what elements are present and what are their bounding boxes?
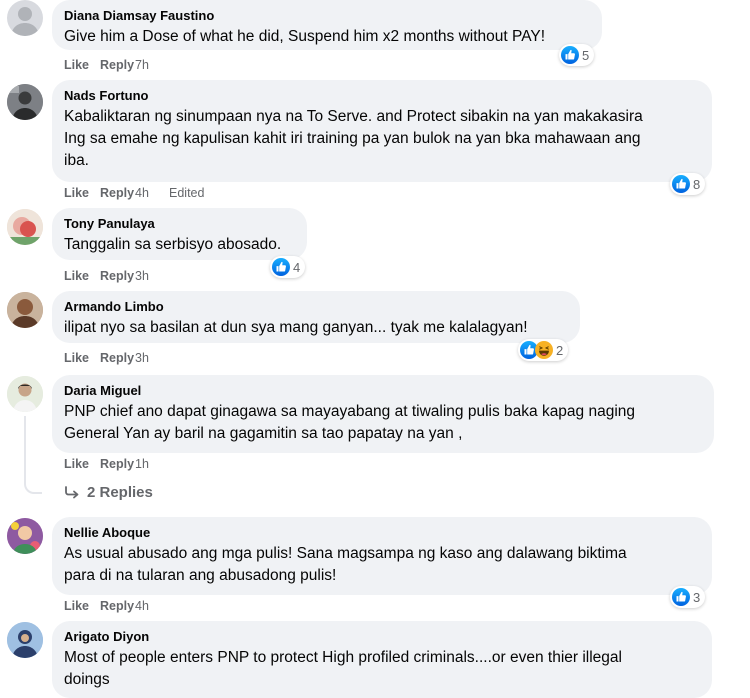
comment-author[interactable]: Nads Fortuno bbox=[64, 87, 700, 104]
reaction-count: 2 bbox=[556, 342, 564, 358]
comment-text-line: doings bbox=[64, 671, 110, 688]
comment-text-line: para di na tularan ang abusadong pulis! bbox=[64, 567, 337, 584]
reaction-count: 3 bbox=[693, 589, 701, 605]
reaction-summary[interactable]: 8 bbox=[670, 173, 706, 195]
timestamp[interactable]: 3h bbox=[135, 269, 169, 283]
reaction-summary[interactable]: 4 bbox=[270, 256, 306, 278]
avatar[interactable] bbox=[7, 84, 43, 120]
comment-text-line: General Yan ay baril na gagamitin sa tao… bbox=[64, 425, 463, 442]
avatar[interactable] bbox=[7, 622, 43, 658]
like-button[interactable]: Like bbox=[64, 58, 100, 72]
comment-text-line: Kabaliktaran ng sinumpaan nya na To Serv… bbox=[64, 108, 643, 125]
view-replies-link[interactable]: 2 Replies bbox=[64, 484, 153, 501]
comment-text-line: Ing sa emahe ng kapulisan kahit iri trai… bbox=[64, 130, 641, 147]
like-icon bbox=[561, 46, 579, 64]
comment-text-line: Most of people enters PNP to protect Hig… bbox=[64, 649, 622, 666]
comment-text-line: iba. bbox=[64, 152, 89, 169]
reaction-count: 4 bbox=[293, 259, 301, 275]
comment-actions: Like Reply 4h bbox=[64, 598, 169, 614]
comment-author[interactable]: Armando Limbo bbox=[64, 298, 568, 315]
reply-button[interactable]: Reply bbox=[100, 351, 135, 365]
reply-button[interactable]: Reply bbox=[100, 58, 135, 72]
comment-actions: Like Reply 4h Edited bbox=[64, 185, 204, 201]
reply-arrow-icon bbox=[65, 485, 79, 498]
like-icon bbox=[672, 588, 690, 606]
reaction-count: 5 bbox=[582, 47, 590, 63]
comment-bubble: Arigato Diyon Most of people enters PNP … bbox=[52, 621, 712, 698]
reaction-summary[interactable]: 2 bbox=[518, 339, 569, 361]
comment-author[interactable]: Diana Diamsay Faustino bbox=[64, 7, 590, 24]
avatar[interactable] bbox=[7, 292, 43, 328]
comment-author[interactable]: Nellie Aboque bbox=[64, 524, 700, 541]
reaction-summary[interactable]: 3 bbox=[670, 586, 706, 608]
reaction-summary[interactable]: 5 bbox=[559, 44, 595, 66]
timestamp[interactable]: 4h bbox=[135, 599, 169, 613]
timestamp[interactable]: 1h bbox=[135, 457, 169, 471]
reply-button[interactable]: Reply bbox=[100, 186, 135, 200]
avatar[interactable] bbox=[7, 209, 43, 245]
reply-button[interactable]: Reply bbox=[100, 269, 135, 283]
replies-count-label[interactable]: 2 Replies bbox=[87, 484, 153, 501]
comment-text-line: As usual abusado ang mga pulis! Sana mag… bbox=[64, 545, 627, 562]
reply-button[interactable]: Reply bbox=[100, 599, 135, 613]
comment-text: ilipat nyo sa basilan at dun sya mang ga… bbox=[64, 319, 528, 336]
comment-actions: Like Reply 3h bbox=[64, 350, 169, 366]
like-button[interactable]: Like bbox=[64, 351, 100, 365]
comment-bubble: Nellie Aboque As usual abusado ang mga p… bbox=[52, 517, 712, 595]
avatar[interactable] bbox=[7, 0, 43, 36]
like-icon bbox=[272, 258, 290, 276]
comment-actions: Like Reply 3h bbox=[64, 268, 169, 284]
avatar[interactable] bbox=[7, 518, 43, 554]
reply-thread-line bbox=[24, 416, 42, 494]
comment-actions: Like Reply 1h bbox=[64, 456, 169, 472]
comment-bubble: Armando Limbo ilipat nyo sa basilan at d… bbox=[52, 291, 580, 343]
timestamp[interactable]: 7h bbox=[135, 58, 169, 72]
timestamp[interactable]: 3h bbox=[135, 351, 169, 365]
avatar[interactable] bbox=[7, 376, 43, 412]
like-button[interactable]: Like bbox=[64, 457, 100, 471]
edited-label[interactable]: Edited bbox=[169, 186, 204, 200]
comment-text: Tanggalin sa serbisyo abosado. bbox=[64, 236, 282, 253]
like-icon bbox=[672, 175, 690, 193]
comment-bubble: Nads Fortuno Kabaliktaran ng sinumpaan n… bbox=[52, 80, 712, 182]
reaction-count: 8 bbox=[693, 176, 701, 192]
like-button[interactable]: Like bbox=[64, 186, 100, 200]
haha-icon bbox=[535, 341, 553, 359]
comment-bubble: Tony Panulaya Tanggalin sa serbisyo abos… bbox=[52, 208, 307, 260]
like-button[interactable]: Like bbox=[64, 599, 100, 613]
comment-author[interactable]: Daria Miguel bbox=[64, 382, 702, 399]
comment-text: Give him a Dose of what he did, Suspend … bbox=[64, 28, 546, 45]
comment-bubble: Diana Diamsay Faustino Give him a Dose o… bbox=[52, 0, 602, 50]
comment-bubble: Daria Miguel PNP chief ano dapat ginagaw… bbox=[52, 375, 714, 453]
reply-button[interactable]: Reply bbox=[100, 457, 135, 471]
timestamp[interactable]: 4h bbox=[135, 186, 169, 200]
comment-actions: Like Reply 7h bbox=[64, 57, 169, 73]
comment-author[interactable]: Tony Panulaya bbox=[64, 215, 295, 232]
like-button[interactable]: Like bbox=[64, 269, 100, 283]
comment-author[interactable]: Arigato Diyon bbox=[64, 628, 700, 645]
comment-text-line: PNP chief ano dapat ginagawa sa mayayaba… bbox=[64, 403, 636, 420]
